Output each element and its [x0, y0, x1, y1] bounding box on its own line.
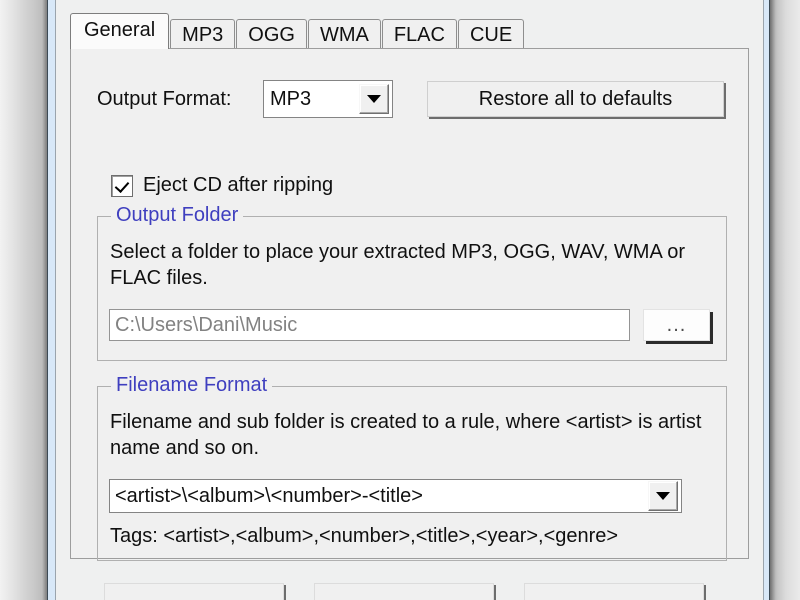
output-format-label: Output Format:	[97, 88, 232, 110]
settings-window-frame: General MP3 OGG WMA FLAC CUE Output Form…	[47, 0, 770, 600]
chevron-down-icon	[367, 95, 381, 103]
tab-control: General MP3 OGG WMA FLAC CUE Output Form…	[70, 13, 749, 561]
restore-defaults-button[interactable]: Restore all to defaults	[427, 81, 724, 117]
filename-format-group-title: Filename Format	[111, 374, 273, 397]
settings-window: General MP3 OGG WMA FLAC CUE Output Form…	[55, 0, 764, 600]
desktop-background: General MP3 OGG WMA FLAC CUE Output Form…	[0, 0, 800, 600]
output-format-value: MP3	[270, 87, 312, 110]
desktop-background-right	[770, 0, 800, 600]
dialog-button-1[interactable]	[104, 583, 284, 600]
tab-wma[interactable]: WMA	[307, 19, 381, 49]
chevron-down-icon	[656, 492, 670, 500]
output-folder-description: Select a folder to place your extracted …	[110, 241, 686, 289]
output-folder-browse-button[interactable]: ...	[643, 309, 710, 341]
output-folder-group: Output Folder Select a folder to place y…	[97, 204, 727, 361]
tab-mp3[interactable]: MP3	[170, 19, 236, 49]
output-format-dropdown-button[interactable]	[359, 84, 389, 114]
output-format-combobox[interactable]: MP3	[263, 80, 393, 118]
eject-cd-checkbox-row[interactable]: Eject CD after ripping	[111, 174, 333, 197]
output-folder-group-title: Output Folder	[111, 204, 244, 227]
filename-format-dropdown-button[interactable]	[648, 481, 678, 511]
tab-ogg[interactable]: OGG	[236, 19, 307, 49]
tab-general[interactable]: General	[70, 13, 170, 49]
output-folder-path-input[interactable]: C:\Users\Dani\Music	[109, 309, 630, 341]
output-format-row: Output Format: MP3 Restore all to defaul…	[97, 80, 727, 120]
dialog-button-2[interactable]	[314, 583, 494, 600]
tab-flac[interactable]: FLAC	[381, 19, 457, 49]
tab-strip: General MP3 OGG WMA FLAC CUE	[70, 13, 749, 49]
filename-format-group: Filename Format Filename and sub folder …	[97, 374, 727, 561]
tab-cue[interactable]: CUE	[457, 19, 525, 49]
filename-format-value: <artist>\<album>\<number>-<title>	[115, 484, 423, 507]
eject-cd-checkbox-label: Eject CD after ripping	[143, 174, 334, 196]
dialog-button-3[interactable]	[524, 583, 704, 600]
eject-cd-checkbox[interactable]	[111, 174, 133, 197]
filename-format-tags-hint: Tags: <artist>,<album>,<number>,<title>,…	[110, 525, 619, 547]
filename-format-description: Filename and sub folder is created to a …	[110, 411, 702, 459]
filename-format-combobox[interactable]: <artist>\<album>\<number>-<title>	[109, 479, 682, 513]
